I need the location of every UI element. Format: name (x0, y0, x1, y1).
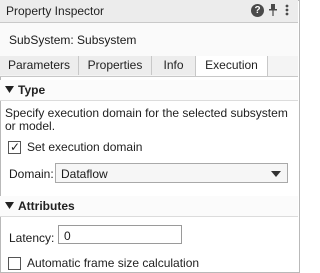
subsystem-label: SubSystem: Subsystem (9, 33, 137, 47)
auto-frame-size-checkbox[interactable] (8, 256, 21, 270)
type-section-header[interactable]: Type (0, 80, 298, 101)
tab-parameters[interactable]: Parameters (0, 56, 79, 75)
latency-input[interactable]: 0 (58, 225, 182, 244)
collapse-triangle-icon (5, 202, 14, 209)
domain-select[interactable]: Dataflow (55, 163, 288, 183)
latency-label: Latency: (9, 231, 55, 245)
latency-value: 0 (64, 229, 71, 243)
type-section-title: Type (18, 83, 46, 97)
checkmark-icon: ✓ (10, 139, 21, 154)
domain-label: Domain: (9, 167, 54, 181)
set-execution-domain-checkbox[interactable]: ✓ (8, 139, 21, 154)
title-bar-icons: ? (251, 3, 292, 17)
attributes-section-header[interactable]: Attributes (0, 196, 298, 217)
domain-select-value: Dataflow (61, 167, 108, 181)
tab-bar: Parameters Properties Info Execution (0, 56, 298, 77)
block-header: SubSystem: Subsystem (0, 23, 298, 57)
auto-frame-size-row[interactable]: Automatic frame size calculation (8, 256, 199, 270)
auto-frame-size-label: Automatic frame size calculation (27, 256, 200, 270)
set-execution-domain-label: Set execution domain (27, 140, 143, 154)
set-execution-domain-row[interactable]: ✓ Set execution domain (8, 140, 142, 154)
title-bar: Property Inspector ? (0, 0, 298, 23)
help-icon[interactable]: ? (251, 3, 264, 17)
attributes-section-title: Attributes (18, 199, 75, 213)
tab-execution[interactable]: Execution (195, 56, 268, 76)
execution-description: Specify execution domain for the selecte… (5, 106, 288, 133)
tab-properties[interactable]: Properties (79, 56, 152, 75)
pin-icon[interactable] (268, 3, 278, 17)
tab-info[interactable]: Info (152, 56, 196, 75)
panel-title: Property Inspector (6, 4, 105, 18)
chevron-down-icon (271, 171, 281, 177)
collapse-triangle-icon (5, 86, 14, 93)
panel-menu-icon[interactable] (282, 3, 292, 17)
